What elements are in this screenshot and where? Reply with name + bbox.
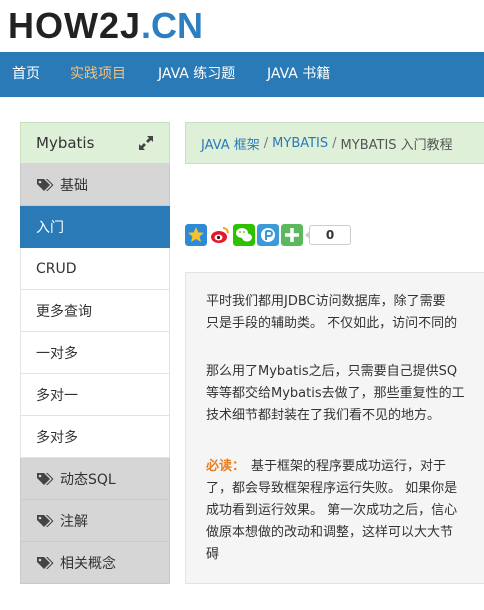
sidebar-item-annotations[interactable]: 注解 — [20, 500, 170, 542]
sidebar-item-one-to-many[interactable]: 一对多 — [20, 332, 170, 374]
sidebar-item-many-to-one[interactable]: 多对一 — [20, 374, 170, 416]
sidebar-item-label: 动态SQL — [60, 471, 116, 488]
sidebar-item-dynamic-sql[interactable]: 动态SQL — [20, 458, 170, 500]
nav-practice-projects[interactable]: 实践项目 — [70, 52, 126, 97]
sidebar-item-many-to-many[interactable]: 多对多 — [20, 416, 170, 458]
tencent-weibo-icon[interactable] — [257, 224, 279, 246]
paragraph-line: 只是手段的辅助类。 不仅如此，访问不同的 — [206, 316, 458, 331]
share-count: 0 — [305, 225, 351, 245]
sidebar-header[interactable]: Mybatis — [20, 122, 170, 164]
tags-icon — [37, 556, 54, 569]
sidebar-item-label: 基础 — [60, 177, 88, 194]
expand-icon[interactable] — [137, 134, 155, 152]
nav-java-exercises[interactable]: JAVA 练习题 — [158, 52, 235, 97]
tags-icon — [37, 472, 54, 485]
sidebar-item-label: 注解 — [60, 513, 88, 530]
sidebar: Mybatis 基础 入门 CRUD 更多查询 一对多 多对一 多对多 动态SQ… — [20, 122, 170, 584]
sidebar-item-label: 多对一 — [36, 387, 78, 404]
must-read-label: 必读： — [206, 459, 246, 474]
top-navbar: 首页 实践项目 JAVA 练习题 JAVA 书籍 — [0, 52, 484, 97]
breadcrumb: JAVA 框架 / MYBATIS / MYBATIS 入门教程 — [185, 122, 484, 164]
sidebar-item-label: CRUD — [36, 260, 77, 277]
sidebar-item-basics[interactable]: 基础 — [20, 164, 170, 206]
logo-tld: .CN — [141, 5, 204, 46]
wechat-icon[interactable] — [233, 224, 255, 246]
sidebar-item-more-queries[interactable]: 更多查询 — [20, 290, 170, 332]
nav-home[interactable]: 首页 — [12, 52, 40, 97]
paragraph-line: 做原本想做的改动和调整，这样可以大大节 — [206, 525, 454, 540]
paragraph-line: 等等都交给Mybatis去做了，那些重复性的工 — [206, 386, 465, 401]
more-share-icon[interactable] — [281, 224, 303, 246]
sidebar-item-label: 入门 — [36, 219, 64, 236]
sidebar-item-label: 一对多 — [36, 345, 78, 362]
sidebar-item-crud[interactable]: CRUD — [20, 248, 170, 290]
paragraph-line: 那么用了Mybatis之后，只需要自己提供SQ — [206, 364, 458, 379]
paragraph-line: 碍 — [206, 547, 220, 562]
weibo-icon[interactable] — [209, 224, 231, 246]
paragraph-line: 平时我们都用JDBC访问数据库，除了需要 — [206, 294, 446, 309]
nav-java-books[interactable]: JAVA 书籍 — [267, 52, 330, 97]
paragraph-line: 成功看到运行效果。 第一次成功之后，信心 — [206, 503, 458, 518]
sidebar-item-label: 更多查询 — [36, 303, 92, 320]
breadcrumb-separator: / — [263, 135, 269, 151]
logo-brand: HOW2J — [8, 5, 142, 46]
paragraph-line: 技术细节都封装在了我们看不见的地方。 — [206, 408, 441, 423]
breadcrumb-java-frameworks[interactable]: JAVA 框架 — [201, 134, 260, 153]
sidebar-item-related-concepts[interactable]: 相关概念 — [20, 542, 170, 584]
site-logo[interactable]: HOW2J .CN — [8, 5, 204, 46]
share-bar: 0 — [185, 223, 351, 247]
sidebar-item-label: 相关概念 — [60, 555, 116, 572]
article-content: 平时我们都用JDBC访问数据库，除了需要 只是手段的辅助类。 不仅如此，访问不同… — [185, 272, 484, 584]
paragraph-text: 基于框架的程序要成功运行，对于 — [251, 459, 447, 474]
qzone-star-icon[interactable] — [185, 224, 207, 246]
sidebar-title: Mybatis — [36, 134, 95, 152]
sidebar-item-label: 多对多 — [36, 429, 78, 446]
paragraph-line: 了，都会导致框架程序运行失败。 如果你是 — [206, 481, 458, 496]
must-read-line: 必读： 基于框架的程序要成功运行，对于 — [206, 456, 446, 477]
breadcrumb-separator: / — [332, 135, 337, 151]
breadcrumb-current: MYBATIS 入门教程 — [340, 137, 453, 153]
sidebar-item-intro[interactable]: 入门 — [20, 206, 170, 248]
breadcrumb-mybatis[interactable]: MYBATIS — [272, 136, 328, 151]
tags-icon — [37, 514, 54, 527]
tags-icon — [37, 178, 54, 191]
